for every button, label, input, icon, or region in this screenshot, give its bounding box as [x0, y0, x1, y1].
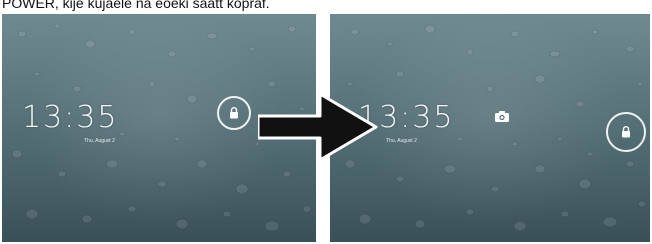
clock-date: Thu, August 2: [386, 138, 417, 144]
lockscreen-after: 13:35 Thu, August 2: [330, 14, 650, 242]
lock-icon: [230, 107, 238, 119]
camera-icon: [495, 111, 509, 122]
caption-text: POWER, kije kujaele na eoeki saatt kopra…: [2, 0, 270, 11]
clock-date: Thu, August 2: [84, 138, 115, 144]
camera-shortcut[interactable]: [494, 110, 510, 124]
clock-time: 13:35: [22, 100, 119, 135]
right-arrow-icon: [258, 92, 378, 162]
unlock-ring[interactable]: [217, 96, 251, 130]
unlock-ring[interactable]: [606, 112, 646, 152]
lock-icon: [622, 126, 630, 138]
